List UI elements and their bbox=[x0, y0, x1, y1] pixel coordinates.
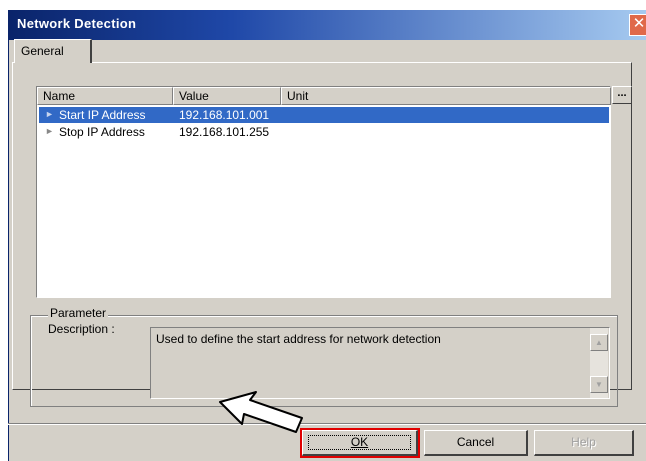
description-label: Description : bbox=[48, 322, 115, 336]
row-value: 192.168.101.255 bbox=[179, 125, 270, 139]
ok-button[interactable]: OK bbox=[300, 428, 420, 458]
column-header-name[interactable]: Name bbox=[37, 87, 173, 105]
row-pointer-icon: ► bbox=[45, 109, 54, 119]
description-scrollbar[interactable]: ▲ ▼ bbox=[590, 328, 608, 398]
row-pointer-icon: ► bbox=[45, 126, 54, 136]
ellipsis-button[interactable]: ... bbox=[612, 86, 632, 104]
title-bar[interactable]: Network Detection ✕ bbox=[9, 10, 646, 40]
scroll-up-icon[interactable]: ▲ bbox=[590, 334, 608, 351]
row-name: Stop IP Address bbox=[59, 125, 145, 139]
close-icon: ✕ bbox=[632, 15, 646, 32]
close-button[interactable]: ✕ bbox=[629, 14, 646, 36]
window-title: Network Detection bbox=[17, 16, 137, 31]
tab-general[interactable]: General bbox=[14, 39, 92, 63]
callout-arrow-icon bbox=[219, 391, 303, 433]
list-row[interactable]: ► Start IP Address 192.168.101.001 bbox=[39, 107, 609, 123]
divider bbox=[8, 423, 646, 425]
help-label: Help bbox=[571, 435, 596, 449]
list-row[interactable]: ► Stop IP Address 192.168.101.255 bbox=[39, 124, 609, 140]
description-text: Used to define the start address for net… bbox=[156, 332, 441, 346]
cancel-label: Cancel bbox=[456, 435, 495, 449]
cancel-button[interactable]: Cancel bbox=[424, 430, 528, 456]
help-button[interactable]: Help bbox=[534, 430, 634, 456]
parameter-group-label: Parameter bbox=[48, 306, 109, 320]
row-name: Start IP Address bbox=[59, 108, 146, 122]
row-value: 192.168.101.001 bbox=[179, 108, 270, 122]
parameter-list[interactable]: Name Value Unit ► Start IP Address 192.1… bbox=[36, 86, 611, 298]
column-header-unit[interactable]: Unit bbox=[281, 87, 611, 105]
focus-rect bbox=[308, 435, 411, 450]
scroll-down-icon[interactable]: ▼ bbox=[590, 376, 608, 393]
column-header-value[interactable]: Value bbox=[173, 87, 281, 105]
